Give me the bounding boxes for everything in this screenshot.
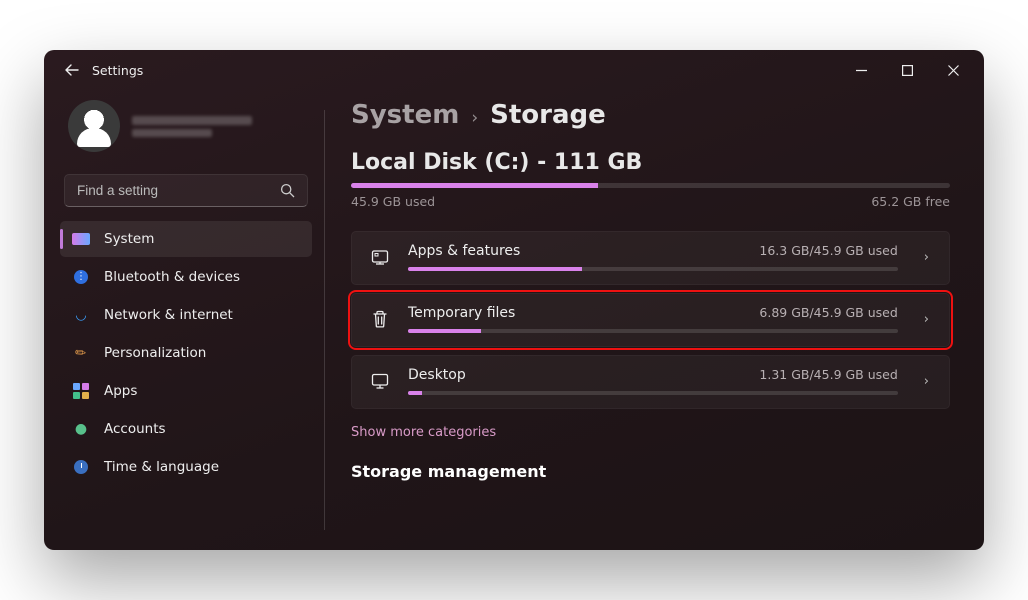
disk-free-label: 65.2 GB free [871, 194, 950, 209]
person-icon: ● [72, 420, 90, 438]
nav-label: Network & internet [104, 307, 233, 323]
nav-label: Personalization [104, 345, 206, 361]
category-usage: 1.31 GB/45.9 GB used [759, 367, 897, 382]
chevron-right-icon: › [924, 374, 929, 389]
back-button[interactable] [56, 54, 88, 86]
apps-icon [72, 382, 90, 400]
breadcrumb-parent[interactable]: System [351, 100, 459, 130]
category-usage: 6.89 GB/45.9 GB used [759, 305, 897, 320]
disk-usage-bar [351, 183, 950, 188]
storage-management-heading: Storage management [351, 462, 950, 481]
nav: System ⋮ Bluetooth & devices ◡ Network &… [60, 221, 312, 485]
search-box[interactable] [64, 174, 308, 207]
category-title: Desktop [408, 367, 466, 383]
storage-category-row[interactable]: Temporary files 6.89 GB/45.9 GB used › [351, 293, 950, 347]
nav-item-system[interactable]: System [60, 221, 312, 257]
disk-title: Local Disk (C:) - 111 GB [351, 150, 950, 175]
minimize-button[interactable] [838, 54, 884, 86]
category-usage: 16.3 GB/45.9 GB used [759, 243, 897, 258]
system-icon [72, 230, 90, 248]
category-title: Apps & features [408, 243, 520, 259]
close-icon [948, 65, 959, 76]
bluetooth-icon: ⋮ [72, 268, 90, 286]
nav-label: Apps [104, 383, 137, 399]
paintbrush-icon: ✎ [68, 340, 93, 365]
search-input[interactable] [77, 183, 280, 198]
titlebar: Settings [44, 50, 984, 90]
window-title: Settings [92, 63, 143, 78]
nav-item-network[interactable]: ◡ Network & internet [60, 297, 312, 333]
profile-name-blurred [132, 116, 252, 125]
window-controls [838, 54, 976, 86]
storage-category-list: Apps & features16.3 GB/45.9 GB used›Temp… [351, 231, 950, 409]
breadcrumb-current: Storage [490, 100, 606, 130]
storage-category-row[interactable]: Apps & features 16.3 GB/45.9 GB used › [351, 231, 950, 285]
profile-text [132, 112, 252, 141]
settings-window: Settings System [44, 50, 984, 550]
nav-label: System [104, 231, 154, 247]
category-title: Temporary files [408, 305, 515, 321]
maximize-button[interactable] [884, 54, 930, 86]
wifi-icon: ◡ [72, 306, 90, 324]
nav-label: Time & language [104, 459, 219, 475]
nav-item-time[interactable]: Time & language [60, 449, 312, 485]
nav-label: Bluetooth & devices [104, 269, 240, 285]
breadcrumb: System › Storage [351, 100, 950, 130]
search-icon [280, 183, 295, 198]
profile-email-blurred [132, 129, 212, 137]
avatar [68, 100, 120, 152]
nav-item-bluetooth[interactable]: ⋮ Bluetooth & devices [60, 259, 312, 295]
profile-block[interactable] [60, 90, 312, 166]
main-content: System › Storage Local Disk (C:) - 111 G… [325, 90, 984, 550]
nav-item-apps[interactable]: Apps [60, 373, 312, 409]
chevron-right-icon: › [471, 108, 478, 128]
minimize-icon [856, 65, 867, 76]
maximize-icon [902, 65, 913, 76]
chevron-right-icon: › [924, 250, 929, 265]
chevron-right-icon: › [924, 312, 929, 327]
apps-icon [368, 247, 392, 267]
arrow-left-icon [64, 62, 80, 78]
disk-usage-fill [351, 183, 598, 188]
nav-item-personalization[interactable]: ✎ Personalization [60, 335, 312, 371]
storage-category-row[interactable]: Desktop 1.31 GB/45.9 GB used › [351, 355, 950, 409]
sidebar: System ⋮ Bluetooth & devices ◡ Network &… [44, 90, 324, 550]
category-bar [408, 329, 898, 333]
trash-icon [368, 309, 392, 329]
clock-icon [72, 458, 90, 476]
nav-label: Accounts [104, 421, 166, 437]
category-bar [408, 267, 898, 271]
disk-used-label: 45.9 GB used [351, 194, 435, 209]
category-bar [408, 391, 898, 395]
close-button[interactable] [930, 54, 976, 86]
monitor-icon [368, 371, 392, 391]
disk-usage-labels: 45.9 GB used 65.2 GB free [351, 194, 950, 209]
nav-item-accounts[interactable]: ● Accounts [60, 411, 312, 447]
show-more-categories-link[interactable]: Show more categories [351, 425, 496, 440]
